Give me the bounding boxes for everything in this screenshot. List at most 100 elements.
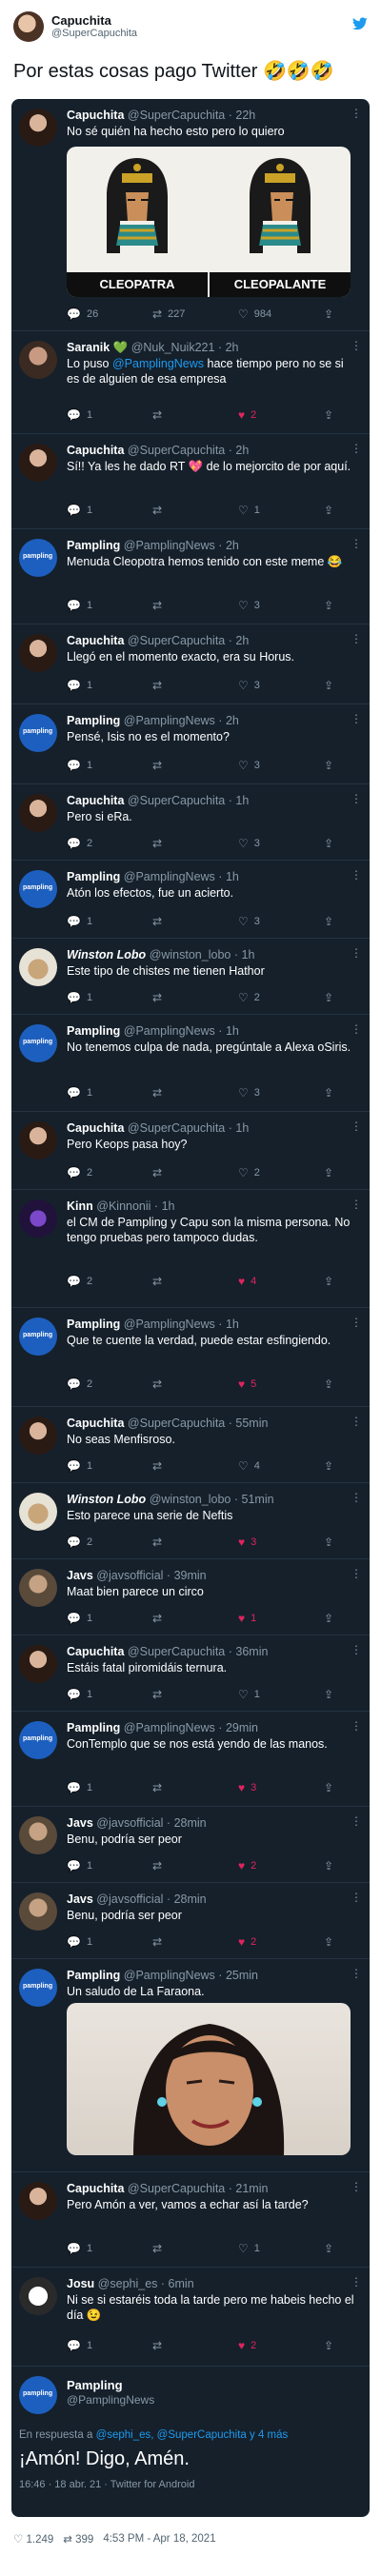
reply-button[interactable]: 💬 1	[67, 1934, 92, 1950]
share-button[interactable]: ⇪	[324, 1611, 333, 1626]
like-button[interactable]: ♥ 2	[238, 1934, 256, 1950]
avatar[interactable]	[19, 1318, 57, 1356]
retweet-button[interactable]: ⇄	[152, 836, 168, 851]
share-button[interactable]: ⇪	[324, 407, 333, 423]
retweet-button[interactable]: ⇄	[152, 1458, 168, 1474]
retweet-button[interactable]: ⇄	[152, 990, 168, 1005]
mention-link[interactable]: @PamplingNews	[112, 357, 204, 370]
author-name[interactable]: Capuchita	[67, 634, 124, 647]
reply-button[interactable]: 💬 2	[67, 1274, 92, 1289]
more-icon[interactable]: ⋮	[351, 2180, 362, 2193]
like-button[interactable]: ♥ 2	[238, 407, 256, 423]
like-button[interactable]: ♡ 3	[238, 836, 260, 851]
thread-tweet[interactable]: Capuchita @SuperCapuchita · 55min ⋮ No s…	[11, 1407, 370, 1483]
share-button[interactable]: ⇪	[324, 678, 333, 693]
retweet-button[interactable]: ⇄	[152, 758, 168, 773]
author-name[interactable]: Javs	[67, 1816, 93, 1830]
retweet-button[interactable]: ⇄	[152, 1085, 168, 1100]
more-icon[interactable]: ⋮	[351, 1415, 362, 1428]
retweet-button[interactable]: ⇄	[152, 1274, 168, 1289]
reply-button[interactable]: 💬 1	[67, 758, 92, 773]
like-button[interactable]: ♡ 3	[238, 914, 260, 929]
thread-tweet[interactable]: Saranik 💚 @Nuk_Nuik221 · 2h ⋮ Lo puso @P…	[11, 331, 370, 434]
more-icon[interactable]: ⋮	[351, 1967, 362, 1980]
like-button[interactable]: ♥ 2	[238, 1858, 256, 1873]
thread-tweet[interactable]: Capuchita @SuperCapuchita · 1h ⋮ Pero si…	[11, 784, 370, 861]
like-button[interactable]: ♡ 984	[238, 307, 271, 322]
author-name[interactable]: Capuchita	[67, 1417, 124, 1430]
more-icon[interactable]: ⋮	[351, 537, 362, 550]
reply-button[interactable]: 💬 1	[67, 1687, 92, 1702]
more-icon[interactable]: ⋮	[351, 1643, 362, 1656]
reply-button[interactable]: 💬 1	[67, 1085, 92, 1100]
reply-button[interactable]: 💬 1	[67, 2338, 92, 2353]
reply-button[interactable]: 💬 1	[67, 914, 92, 929]
reply-button[interactable]: 💬 1	[67, 990, 92, 1005]
meme-image[interactable]: CLEOPATRA CLEOPALANTE	[67, 147, 351, 297]
like-button[interactable]: ♥ 5	[238, 1377, 256, 1392]
retweet-button[interactable]: ⇄	[152, 1535, 168, 1550]
thread-tweet[interactable]: Pampling @PamplingNews · 1h ⋮ Atón los e…	[11, 861, 370, 939]
share-button[interactable]: ⇪	[324, 1858, 333, 1873]
reply-button[interactable]: 💬 2	[67, 836, 92, 851]
author-name[interactable]: Javs	[67, 1569, 93, 1582]
more-icon[interactable]: ⋮	[351, 868, 362, 882]
retweet-button[interactable]: ⇄ 227	[152, 307, 185, 322]
avatar[interactable]	[19, 1645, 57, 1683]
retweet-button[interactable]: ⇄	[152, 503, 168, 518]
more-icon[interactable]: ⋮	[351, 2275, 362, 2289]
author-name[interactable]: Capuchita	[67, 109, 124, 122]
thread-tweet[interactable]: Pampling @PamplingNews · 1h ⋮ No tenemos…	[11, 1015, 370, 1112]
more-icon[interactable]: ⋮	[351, 339, 362, 352]
retweet-button[interactable]: ⇄ 399	[63, 2532, 93, 2546]
avatar[interactable]	[19, 1569, 57, 1607]
thread-tweet[interactable]: Javs @javsofficial · 39min ⋮ Maat bien p…	[11, 1559, 370, 1635]
avatar[interactable]	[19, 341, 57, 379]
share-button[interactable]: ⇪	[324, 1535, 333, 1550]
like-button[interactable]: ♡ 3	[238, 598, 260, 613]
thread-tweet[interactable]: Javs @javsofficial · 28min ⋮ Benu, podrí…	[11, 1883, 370, 1959]
share-button[interactable]: ⇪	[324, 1780, 333, 1795]
author-name[interactable]: Pampling	[67, 2378, 123, 2392]
thread-tweet[interactable]: Javs @javsofficial · 28min ⋮ Benu, podrí…	[11, 1807, 370, 1883]
share-button[interactable]: ⇪	[324, 758, 333, 773]
author-name[interactable]: Pampling	[67, 1969, 120, 1982]
share-button[interactable]: ⇪	[324, 1165, 333, 1180]
avatar[interactable]	[19, 1417, 57, 1455]
like-button[interactable]: ♡ 2	[238, 1165, 260, 1180]
avatar[interactable]	[19, 1721, 57, 1759]
avatar[interactable]	[19, 1969, 57, 2007]
reply-button[interactable]: 💬 2	[67, 1377, 92, 1392]
author-name[interactable]: Pampling	[67, 539, 120, 552]
author-name[interactable]: Pampling	[67, 870, 120, 883]
more-icon[interactable]: ⋮	[351, 792, 362, 805]
thread-tweet[interactable]: Kinn @Kinnonii · 1h ⋮ el CM de Pampling …	[11, 1190, 370, 1308]
like-button[interactable]: ♡ 3	[238, 1085, 260, 1100]
like-button[interactable]: ♥ 1	[238, 1611, 256, 1626]
avatar[interactable]	[19, 714, 57, 752]
avatar[interactable]	[19, 2376, 57, 2414]
author-name[interactable]: Capuchita	[67, 1645, 124, 1658]
reply-button[interactable]: 💬 1	[67, 598, 92, 613]
author-name[interactable]: Capuchita	[67, 2182, 124, 2195]
more-icon[interactable]: ⋮	[351, 1120, 362, 1133]
reply-button[interactable]: 💬 1	[67, 678, 92, 693]
retweet-button[interactable]: ⇄	[152, 678, 168, 693]
share-button[interactable]: ⇪	[324, 1687, 333, 1702]
thread-tweet[interactable]: Pampling @PamplingNews · 1h ⋮ Que te cue…	[11, 1308, 370, 1407]
more-icon[interactable]: ⋮	[351, 1891, 362, 1904]
reply-button[interactable]: 💬 1	[67, 1780, 92, 1795]
retweet-button[interactable]: ⇄	[152, 1858, 168, 1873]
avatar[interactable]	[19, 1024, 57, 1062]
retweet-button[interactable]: ⇄	[152, 914, 168, 929]
share-button[interactable]: ⇪	[324, 2241, 333, 2256]
author-name[interactable]: Josu	[67, 2277, 94, 2290]
reply-button[interactable]: 💬 26	[67, 307, 98, 322]
reply-button[interactable]: 💬 1	[67, 1858, 92, 1873]
reply-button[interactable]: 💬 1	[67, 503, 92, 518]
avatar[interactable]	[13, 11, 44, 42]
more-icon[interactable]: ⋮	[351, 632, 362, 645]
avatar[interactable]	[19, 634, 57, 672]
avatar[interactable]	[19, 1493, 57, 1531]
avatar[interactable]	[19, 444, 57, 482]
